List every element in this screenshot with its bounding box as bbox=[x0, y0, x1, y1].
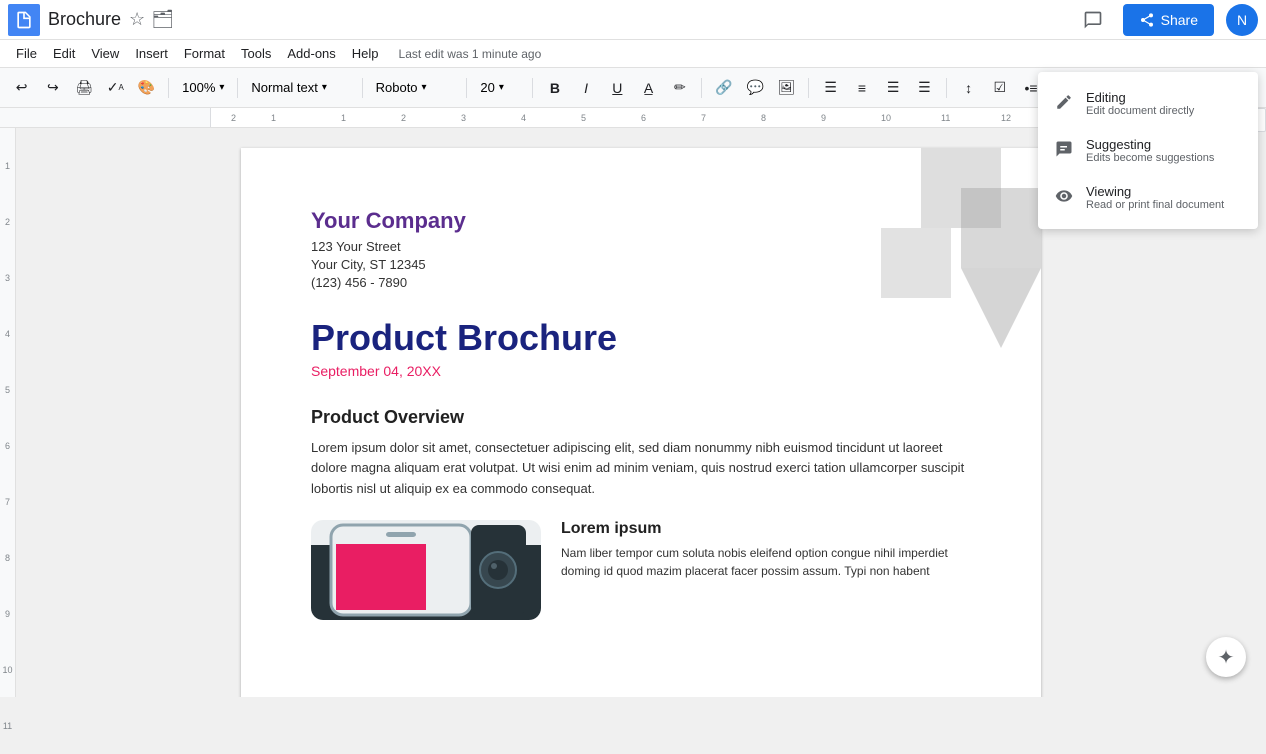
lorem-body: Nam liber tempor cum soluta nobis eleife… bbox=[561, 544, 971, 580]
separator-4 bbox=[466, 78, 467, 98]
bottom-section: Lorem ipsum Nam liber tempor cum soluta … bbox=[311, 520, 971, 620]
menu-edit[interactable]: Edit bbox=[45, 44, 83, 63]
page: Your Company 123 Your Street Your City, … bbox=[241, 148, 1041, 697]
viewing-icon bbox=[1054, 186, 1074, 206]
separator-2 bbox=[237, 78, 238, 98]
editing-mode-item[interactable]: Editing Edit document directly bbox=[1038, 80, 1258, 127]
float-add-button[interactable]: ✦ bbox=[1206, 637, 1246, 677]
menubar: File Edit View Insert Format Tools Add-o… bbox=[0, 40, 1266, 68]
lorem-heading: Lorem ipsum bbox=[561, 520, 971, 538]
separator-7 bbox=[808, 78, 809, 98]
zoom-chevron: ▾ bbox=[219, 82, 224, 93]
separator-3 bbox=[362, 78, 363, 98]
menu-view[interactable]: View bbox=[83, 44, 127, 63]
undo-button[interactable]: ↩ bbox=[8, 74, 35, 102]
right-controls: Share N bbox=[1075, 2, 1258, 38]
align-center-button[interactable]: ≡ bbox=[848, 74, 875, 102]
paragraph-style-select[interactable]: Normal text ▾ bbox=[246, 74, 353, 102]
doc-title: Brochure bbox=[48, 9, 121, 30]
editing-icon bbox=[1054, 92, 1074, 112]
font-chevron: ▾ bbox=[422, 82, 427, 93]
menu-addons[interactable]: Add-ons bbox=[279, 44, 343, 63]
menu-file[interactable]: File bbox=[8, 44, 45, 63]
main-area: 1 2 3 4 5 6 7 8 9 10 11 Your Company 123… bbox=[0, 128, 1266, 697]
separator-8 bbox=[946, 78, 947, 98]
align-justify-button[interactable]: ☰ bbox=[911, 74, 938, 102]
date-line: September 04, 20XX bbox=[311, 363, 971, 379]
spellcheck-button[interactable]: ✓A bbox=[102, 74, 129, 102]
title-icons: ☆ 🗂 bbox=[129, 9, 174, 30]
menu-insert[interactable]: Insert bbox=[127, 44, 176, 63]
share-button[interactable]: Share bbox=[1123, 4, 1214, 36]
share-label: Share bbox=[1161, 12, 1198, 28]
comment-button[interactable]: 💬 bbox=[742, 74, 769, 102]
viewing-text: Viewing Read or print final document bbox=[1086, 184, 1224, 211]
folder-icon[interactable]: 🗂 bbox=[151, 9, 174, 30]
text-color-button[interactable]: A̲ bbox=[635, 74, 662, 102]
lorem-section: Lorem ipsum Nam liber tempor cum soluta … bbox=[561, 520, 971, 620]
phone-image bbox=[311, 520, 541, 620]
viewing-mode-item[interactable]: Viewing Read or print final document bbox=[1038, 174, 1258, 221]
checklist-button[interactable]: ☑ bbox=[986, 74, 1013, 102]
separator-1 bbox=[168, 78, 169, 98]
underline-button[interactable]: U bbox=[604, 74, 631, 102]
zoom-select[interactable]: 100% ▾ bbox=[177, 74, 229, 102]
size-chevron: ▾ bbox=[499, 82, 504, 93]
overview-body[interactable]: Lorem ipsum dolor sit amet, consectetuer… bbox=[311, 438, 971, 500]
separator-6 bbox=[701, 78, 702, 98]
mode-dropdown: Editing Edit document directly Suggestin… bbox=[1038, 72, 1258, 229]
font-family-select[interactable]: Roboto ▾ bbox=[371, 74, 459, 102]
menu-help[interactable]: Help bbox=[344, 44, 387, 63]
suggesting-text: Suggesting Edits become suggestions bbox=[1086, 137, 1214, 164]
topbar: Brochure ☆ 🗂 Share N bbox=[0, 0, 1266, 40]
suggesting-mode-item[interactable]: Suggesting Edits become suggestions bbox=[1038, 127, 1258, 174]
paint-format-button[interactable]: 🎨 bbox=[133, 74, 160, 102]
bold-button[interactable]: B bbox=[541, 74, 568, 102]
comments-button[interactable] bbox=[1075, 2, 1111, 38]
ruler-inner: 2 1 1 2 3 4 5 6 7 8 9 10 11 12 bbox=[210, 108, 1040, 127]
star-icon[interactable]: ☆ bbox=[129, 9, 145, 30]
font-size-select[interactable]: 20 ▾ bbox=[475, 74, 524, 102]
suggesting-icon bbox=[1054, 139, 1074, 159]
highlight-button[interactable]: ✏ bbox=[666, 74, 693, 102]
italic-button[interactable]: I bbox=[573, 74, 600, 102]
avatar: N bbox=[1226, 4, 1258, 36]
line-spacing-button[interactable]: ↕ bbox=[955, 74, 982, 102]
overview-heading: Product Overview bbox=[311, 407, 971, 428]
doc-icon bbox=[8, 4, 40, 36]
print-button[interactable]: 🖨 bbox=[70, 74, 97, 102]
menu-tools[interactable]: Tools bbox=[233, 44, 279, 63]
last-edit-text: Last edit was 1 minute ago bbox=[399, 47, 542, 61]
editing-text: Editing Edit document directly bbox=[1086, 90, 1194, 117]
vertical-ruler: 1 2 3 4 5 6 7 8 9 10 11 bbox=[0, 128, 16, 697]
align-left-button[interactable]: ☰ bbox=[817, 74, 844, 102]
menu-format[interactable]: Format bbox=[176, 44, 233, 63]
style-chevron: ▾ bbox=[322, 82, 327, 93]
link-button[interactable]: 🔗 bbox=[710, 74, 737, 102]
redo-button[interactable]: ↪ bbox=[39, 74, 66, 102]
separator-5 bbox=[532, 78, 533, 98]
image-button[interactable]: 🖼 bbox=[773, 74, 800, 102]
decorative-shapes bbox=[821, 148, 1041, 348]
align-right-button[interactable]: ☰ bbox=[880, 74, 907, 102]
phone-svg bbox=[311, 520, 541, 620]
